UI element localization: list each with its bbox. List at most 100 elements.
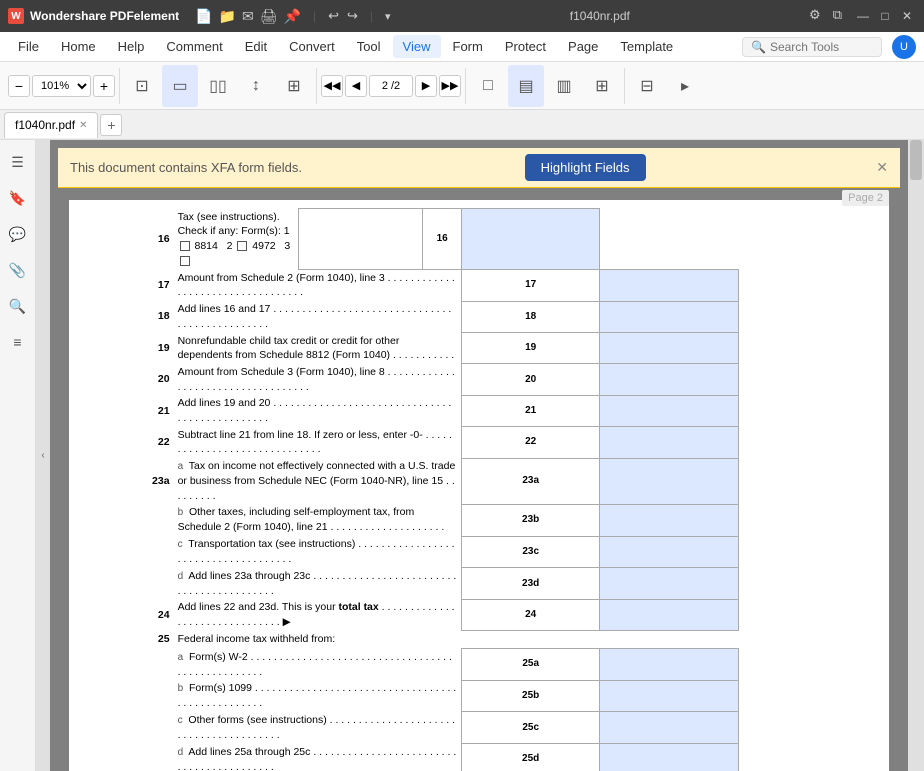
maximize-button[interactable]: □	[876, 7, 894, 25]
pdf-tab[interactable]: f1040nr.pdf ✕	[4, 112, 98, 138]
value-cell-23b[interactable]	[600, 504, 738, 536]
view-mode-1-button[interactable]: □	[470, 65, 506, 107]
new-tab-icon[interactable]: 📄	[195, 8, 212, 25]
value-cell-16[interactable]	[462, 209, 600, 270]
table-row: 22 Subtract line 21 from line 18. If zer…	[82, 427, 877, 458]
row-id-24: 24	[462, 599, 600, 630]
menu-protect[interactable]: Protect	[495, 35, 556, 58]
tab-close-button[interactable]: ✕	[79, 120, 87, 131]
table-row: 25 Federal income tax withheld from:	[82, 631, 877, 649]
view-mode-2-button[interactable]: ▤	[508, 65, 544, 107]
sidebar-icon-menu[interactable]: ☰	[4, 148, 32, 176]
sidebar-icon-search[interactable]: 🔍	[4, 292, 32, 320]
row-label: a Form(s) W-2 . . . . . . . . . . . . . …	[174, 649, 462, 681]
row-id-25b: 25b	[462, 680, 600, 712]
row-number	[82, 649, 174, 681]
value-cell-25c[interactable]	[600, 712, 738, 744]
add-tab-button[interactable]: +	[100, 114, 122, 136]
view-mode-2-icon: ▤	[518, 76, 533, 96]
window-icon[interactable]: ⧉	[833, 7, 842, 25]
value-cell-17[interactable]	[600, 269, 738, 301]
menu-view[interactable]: View	[393, 35, 441, 58]
right-scrollbar[interactable]	[908, 140, 924, 771]
value-cell-19[interactable]	[600, 333, 738, 364]
single-page-icon: ▭	[172, 76, 187, 96]
user-avatar[interactable]: U	[892, 35, 916, 59]
menu-edit[interactable]: Edit	[235, 35, 277, 58]
view-mode-3-icon: ▥	[556, 76, 571, 96]
next-page-button[interactable]: ▶	[415, 75, 437, 97]
search-tools-box[interactable]: 🔍	[742, 37, 882, 57]
pdf-area[interactable]: This document contains XFA form fields. …	[50, 140, 908, 771]
print-icon[interactable]: 🖨	[260, 8, 278, 25]
menu-comment[interactable]: Comment	[156, 35, 232, 58]
row-label: Tax (see instructions). Check if any: Fo…	[174, 209, 299, 270]
more-button[interactable]: ▸	[667, 65, 703, 107]
row-id-23b: 23b	[462, 504, 600, 536]
folder-icon[interactable]: 📁	[219, 8, 236, 25]
toolbar: − 101% 50% 75% 100% 125% 150% + ⊡ ▭ ▯▯ ↕…	[0, 62, 924, 110]
scroll-button[interactable]: ↕	[238, 65, 274, 107]
sidebar-icon-comment[interactable]: 💬	[4, 220, 32, 248]
zoom-in-button[interactable]: +	[93, 75, 115, 97]
fit-page-button[interactable]: ⊡	[124, 65, 160, 107]
table-row: 18 Add lines 16 and 17 . . . . . . . . .…	[82, 301, 877, 332]
toolbar-divider-3	[465, 68, 466, 104]
first-page-button[interactable]: ◀◀	[321, 75, 343, 97]
tab-filename: f1040nr.pdf	[15, 118, 75, 132]
view-mode-4-button[interactable]: ⊞	[584, 65, 620, 107]
value-cell-18[interactable]	[600, 301, 738, 332]
value-cell-20[interactable]	[600, 364, 738, 395]
value-cell-24[interactable]	[600, 599, 738, 630]
sidebar-icon-layers[interactable]: ≡	[4, 328, 32, 356]
close-button[interactable]: ✕	[898, 7, 916, 25]
pin-icon[interactable]: 📌	[284, 8, 301, 25]
value-cell-23a[interactable]	[600, 458, 738, 504]
two-page-button[interactable]: ▯▯	[200, 65, 236, 107]
value-cell-21[interactable]	[600, 395, 738, 426]
value-cell-23c[interactable]	[600, 536, 738, 568]
mail-icon[interactable]: ✉	[242, 8, 254, 25]
sidebar-icon-bookmark[interactable]: 🔖	[4, 184, 32, 212]
value-cell-22[interactable]	[600, 427, 738, 458]
sidebar-collapse-handle[interactable]: ‹	[36, 140, 50, 771]
undo-btn[interactable]: ↩	[328, 8, 339, 24]
menu-file[interactable]: File	[8, 35, 49, 58]
view-mode-1-icon: □	[483, 77, 493, 95]
prev-page-button[interactable]: ◀	[345, 75, 367, 97]
search-tools-input[interactable]	[770, 40, 873, 54]
settings-icon[interactable]: ⚙	[809, 7, 821, 25]
menu-convert[interactable]: Convert	[279, 35, 345, 58]
page-number-input[interactable]	[369, 75, 413, 97]
menu-tool[interactable]: Tool	[347, 35, 391, 58]
value-cell-25a[interactable]	[600, 649, 738, 681]
sidebar-icon-attachment[interactable]: 📎	[4, 256, 32, 284]
minimize-button[interactable]: —	[854, 7, 872, 25]
view-mode-3-button[interactable]: ▥	[546, 65, 582, 107]
logo-icon: W	[8, 8, 24, 24]
split-button[interactable]: ⊟	[629, 65, 665, 107]
value-cell-25d[interactable]	[600, 744, 738, 771]
last-page-button[interactable]: ▶▶	[439, 75, 461, 97]
redo-btn[interactable]: ↪	[347, 8, 358, 24]
zoom-out-button[interactable]: −	[8, 75, 30, 97]
menu-help[interactable]: Help	[108, 35, 155, 58]
value-cell-25b[interactable]	[600, 680, 738, 712]
highlight-fields-button[interactable]: Highlight Fields	[525, 154, 646, 181]
menu-home[interactable]: Home	[51, 35, 106, 58]
row-number: 21	[82, 395, 174, 426]
row-number: 24	[82, 599, 174, 630]
menu-page[interactable]: Page	[558, 35, 608, 58]
row-id-19: 19	[462, 333, 600, 364]
single-page-button[interactable]: ▭	[162, 65, 198, 107]
input-cell-16[interactable]	[298, 209, 422, 270]
row-id-16: 16	[423, 209, 462, 270]
value-cell-23d[interactable]	[600, 568, 738, 600]
menu-template[interactable]: Template	[610, 35, 683, 58]
row-number: 23a	[82, 458, 174, 504]
dropdown-icon[interactable]: ▾	[385, 10, 391, 23]
zoom-select[interactable]: 101% 50% 75% 100% 125% 150%	[32, 75, 91, 97]
menu-form[interactable]: Form	[443, 35, 493, 58]
spread-button[interactable]: ⊞	[276, 65, 312, 107]
xfa-close-button[interactable]: ✕	[876, 159, 888, 176]
